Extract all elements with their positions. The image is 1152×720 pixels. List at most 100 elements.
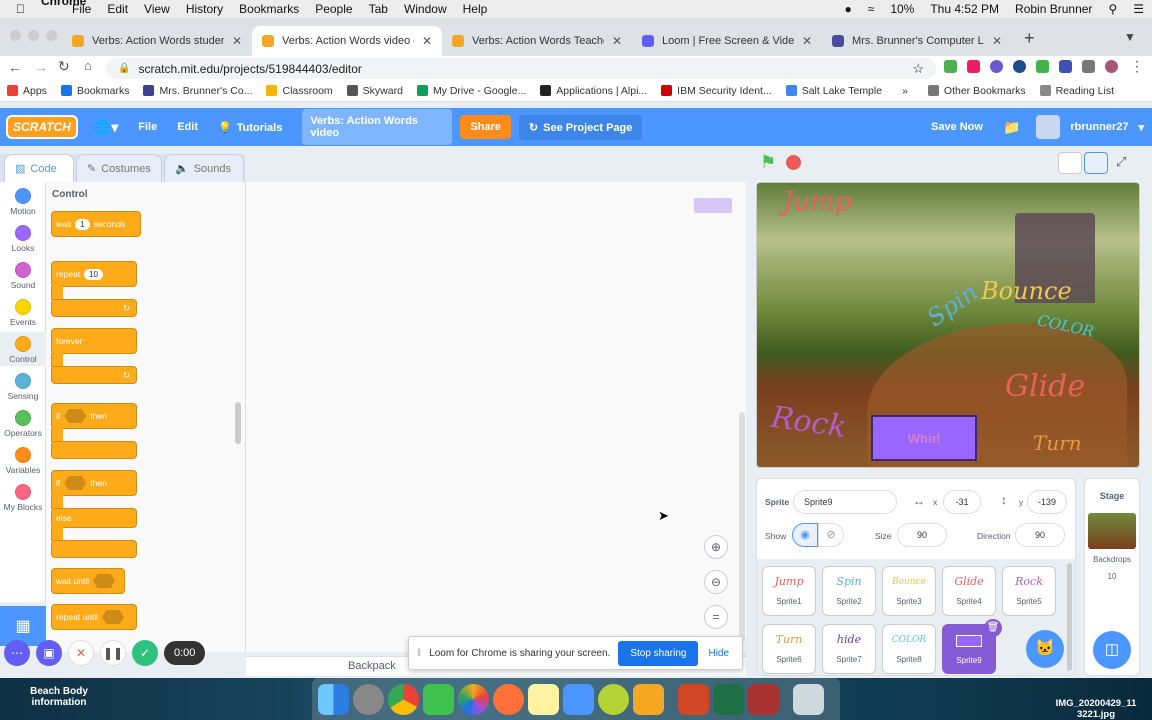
sprite-tile-sprite2[interactable]: Spin Sprite2 — [822, 566, 876, 616]
loom-done-icon[interactable]: ✓ — [132, 640, 158, 666]
username[interactable]: rbrunner27 — [1060, 121, 1138, 133]
hide-button[interactable]: Hide — [708, 648, 729, 659]
launchpad-icon[interactable] — [353, 683, 384, 715]
app-icon[interactable] — [633, 683, 664, 715]
bookmark-other[interactable]: Other Bookmarks — [921, 85, 1033, 97]
browser-tab[interactable]: Verbs: Action Words student o ✕ — [62, 26, 252, 56]
bookmark-skyward[interactable]: Skyward — [340, 85, 410, 97]
if-then-else-block[interactable]: if then — [51, 470, 137, 496]
chevron-down-icon[interactable]: ▾ — [1138, 121, 1152, 134]
sprite-tile-sprite4[interactable]: Glide Sprite4 — [942, 566, 996, 616]
tutorials-button[interactable]: 💡 Tutorials — [208, 121, 292, 134]
clock[interactable]: Thu 4:52 PM — [922, 2, 1007, 16]
sprite-name-input[interactable]: Sprite9 — [793, 490, 897, 514]
bookmark-classroom[interactable]: Classroom — [259, 85, 339, 97]
battery-percent[interactable]: 10% — [882, 2, 922, 16]
category-operators[interactable]: Operators — [0, 410, 46, 438]
bookmark-bookmarks[interactable]: Bookmarks — [54, 85, 137, 97]
browser-tab[interactable]: Verbs: Action Words Teacher o ✕ — [442, 26, 632, 56]
category-variables[interactable]: Variables — [0, 447, 46, 475]
wait-until-block[interactable]: wait until — [51, 568, 125, 594]
small-stage-icon[interactable] — [1058, 152, 1082, 174]
scratch-app-icon[interactable] — [563, 683, 594, 715]
sprite-jump[interactable]: Jump — [783, 187, 851, 217]
x-input[interactable]: -31 — [943, 490, 981, 514]
backdrop-thumbnail[interactable] — [1088, 513, 1136, 549]
extension-icons[interactable] — [944, 60, 1118, 73]
reload-icon[interactable]: ↻ — [58, 58, 70, 75]
tab-search-icon[interactable]: ▼ — [1124, 30, 1136, 44]
show-hidden-icon[interactable]: ⊘ — [818, 523, 844, 547]
delete-sprite-icon[interactable]: 🗑 — [984, 619, 1002, 637]
sprite-tile-sprite7[interactable]: hide Sprite7 — [822, 624, 876, 674]
bookmark-salt-lake-temple[interactable]: Salt Lake Temple — [779, 85, 889, 97]
stage-selector-panel[interactable]: Stage Backdrops 10 ◫ — [1084, 478, 1140, 676]
bookmark-reading-list[interactable]: Reading List — [1033, 85, 1121, 97]
drag-handle-icon[interactable]: ‖ — [417, 648, 421, 659]
stop-sharing-button[interactable]: Stop sharing — [618, 640, 699, 666]
browser-tab-active[interactable]: Verbs: Action Words video on ✕ — [252, 26, 442, 56]
loom-cancel-icon[interactable]: ✕ — [68, 640, 94, 666]
save-now-button[interactable]: Save Now — [921, 121, 993, 133]
powerpoint-icon[interactable] — [678, 683, 709, 715]
new-tab-button[interactable]: + — [1024, 28, 1035, 49]
photos-icon[interactable] — [458, 683, 489, 715]
green-flag-icon[interactable]: ⚑ — [760, 152, 776, 173]
chrome-icon[interactable] — [388, 683, 419, 715]
category-motion[interactable]: Motion — [0, 188, 46, 216]
stop-icon[interactable] — [786, 155, 801, 170]
sprite-tile-sprite1[interactable]: Jump Sprite1 — [762, 566, 816, 616]
bookmark-my-drive[interactable]: My Drive - Google... — [410, 85, 533, 97]
my-stuff-folder-icon[interactable]: 📁 — [993, 119, 1030, 136]
tab-code[interactable]: ▧ Code — [4, 154, 74, 182]
desktop-item-beach-body[interactable]: Beach Body information — [14, 686, 104, 708]
see-project-page-button[interactable]: ↻ See Project Page — [518, 114, 643, 140]
desktop-item-image-file[interactable]: IMG_20200429_11 3221.jpg — [1044, 698, 1148, 720]
sprite-tile-sprite6[interactable]: Turn Sprite6 — [762, 624, 816, 674]
menu-bookmarks[interactable]: Bookmarks — [231, 2, 307, 16]
close-tab-icon[interactable]: ✕ — [422, 34, 432, 48]
close-tab-icon[interactable]: ✕ — [802, 34, 812, 48]
menu-view[interactable]: View — [136, 2, 178, 16]
home-icon[interactable]: ⌂ — [84, 58, 92, 73]
script-area[interactable]: ⊕ ⊖ = ➤ — [246, 182, 746, 652]
sprite-whirl[interactable]: Whirl — [871, 415, 977, 461]
forward-icon[interactable]: → — [34, 59, 48, 75]
activity-icon[interactable] — [598, 683, 629, 715]
excel-icon[interactable] — [713, 683, 744, 715]
apple-icon[interactable]:  — [0, 2, 33, 16]
palette-scrollbar[interactable] — [235, 402, 241, 444]
if-then-block[interactable]: if then — [51, 403, 137, 429]
bookmark-ibm-security[interactable]: IBM Security Ident... — [654, 85, 779, 97]
finder-icon[interactable] — [318, 683, 349, 715]
close-tab-icon[interactable]: ✕ — [612, 34, 622, 48]
facetime-icon[interactable] — [423, 683, 454, 715]
firefox-icon[interactable] — [493, 683, 524, 715]
address-bar[interactable]: 🔒 scratch.mit.edu/projects/519844403/edi… — [106, 58, 936, 79]
category-sensing[interactable]: Sensing — [0, 373, 46, 401]
menu-tab[interactable]: Tab — [361, 2, 396, 16]
repeat-block[interactable]: repeat 10 — [51, 261, 137, 287]
back-icon[interactable]: ← — [8, 59, 22, 75]
category-looks[interactable]: Looks — [0, 225, 46, 253]
menu-history[interactable]: History — [178, 2, 231, 16]
dictionary-icon[interactable] — [748, 683, 779, 715]
browser-tab[interactable]: Mrs. Brunner's Computer Lab ✕ — [822, 26, 1012, 56]
direction-input[interactable]: 90 — [1015, 523, 1065, 547]
wait-seconds-block[interactable]: wait 1 seconds — [51, 211, 141, 237]
category-control[interactable]: Control — [0, 332, 46, 366]
browser-tab[interactable]: Loom | Free Screen & Video Re ✕ — [632, 26, 822, 56]
menu-list-icon[interactable]: ☰ — [1125, 2, 1152, 16]
y-input[interactable]: -139 — [1027, 490, 1067, 514]
category-my-blocks[interactable]: My Blocks — [0, 484, 46, 512]
category-sound[interactable]: Sound — [0, 262, 46, 290]
search-icon[interactable]: ⚲ — [1100, 2, 1125, 16]
sprite-tile-sprite5[interactable]: Rock Sprite5 — [1002, 566, 1056, 616]
notes-icon[interactable] — [528, 683, 559, 715]
edit-menu[interactable]: Edit — [167, 121, 208, 133]
sprite-turn[interactable]: Turn — [1033, 431, 1082, 455]
loom-more-icon[interactable]: ⋯ — [4, 640, 30, 666]
sprite-tile-sprite3[interactable]: Bounce Sprite3 — [882, 566, 936, 616]
sprite-spin[interactable]: Spin — [922, 278, 983, 332]
stage-canvas[interactable]: Jump Spin Bounce COLOR Rock Whirl Glide … — [756, 182, 1140, 468]
